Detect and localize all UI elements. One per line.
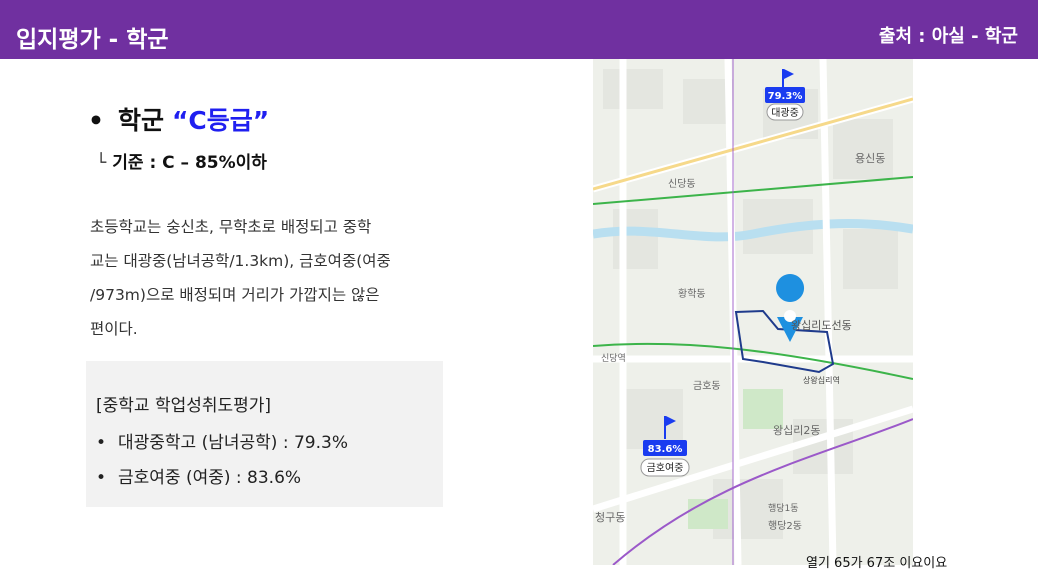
bullet-icon: • xyxy=(96,468,107,488)
map-label: 청구동 xyxy=(595,511,625,524)
map-label: 신당동 xyxy=(668,178,696,190)
title-bar: 입지평가 - 학군 출처 : 아실 - 학군 xyxy=(0,0,1038,59)
evaluation-item-text: 대광중학고 (남녀공학) : 79.3% xyxy=(118,433,348,453)
map-label: 금호동 xyxy=(693,380,721,392)
map-flag-percent: 79.3% xyxy=(768,91,803,102)
map-flag-percent: 83.6% xyxy=(648,444,683,455)
evaluation-item: • 금호여중 (여중) : 83.6% xyxy=(96,463,301,488)
evaluation-box: [중학교 학업성취도평가] • 대광중학고 (남녀공학) : 79.3% • 금호여… xyxy=(86,361,443,507)
evaluation-item-text: 금호여중 (여중) : 83.6% xyxy=(118,468,302,488)
map-label: 왕십리2동 xyxy=(773,424,820,437)
map-label: 황학동 xyxy=(678,288,706,300)
page-title: 입지평가 - 학군 xyxy=(16,27,169,53)
grade-label: 학군 xyxy=(117,106,164,135)
description-line: /973m)으로 배정되며 거리가 가깝지는 않은 xyxy=(90,286,380,304)
map-flag-school[interactable]: 금호여중 xyxy=(647,462,684,474)
source-label: 출처 : 아실 - 학군 xyxy=(878,26,1018,47)
corner-arrow-icon: └ xyxy=(96,153,107,173)
description-line: 교는 대광중(남녀공학/1.3km), 금호여중(여중 xyxy=(90,252,391,270)
evaluation-item: • 대광중학고 (남녀공학) : 79.3% xyxy=(96,428,348,453)
school-district-map[interactable]: 79.3% 대광중 83.6% 금호여중 신당역 신당동 황학동 용신동 왕십리… xyxy=(593,59,913,565)
description-paragraph: 초등학교는 숭신초, 무학초로 배정되고 중학 교는 대광중(남녀공학/1.3k… xyxy=(90,210,440,346)
evaluation-title: [중학교 학업성취도평가] xyxy=(96,396,272,416)
map-label: 신당역 xyxy=(601,353,626,364)
map-flag-school[interactable]: 대광중 xyxy=(771,107,799,119)
map-label: 행당2동 xyxy=(768,520,802,532)
criteria-line: └ 기준 : C – 85%이하 xyxy=(96,148,267,173)
grade-value: “C등급” xyxy=(172,106,270,135)
map-label: 왕십리도선동 xyxy=(791,319,852,332)
grade-heading: • 학군 “C등급” xyxy=(88,101,269,137)
bullet-icon: • xyxy=(88,106,104,135)
description-line: 편이다. xyxy=(90,320,138,338)
criteria-text: 기준 : C – 85%이하 xyxy=(112,153,267,173)
map-label: 행당1동 xyxy=(768,502,799,514)
description-line: 초등학교는 숭신초, 무학초로 배정되고 중학 xyxy=(90,218,372,236)
map-label: 용신동 xyxy=(855,152,885,165)
bullet-icon: • xyxy=(96,433,107,453)
map-label: 상왕십리역 xyxy=(803,375,840,385)
footer-note: 열기 65가 67조 이요이요 xyxy=(806,556,948,571)
